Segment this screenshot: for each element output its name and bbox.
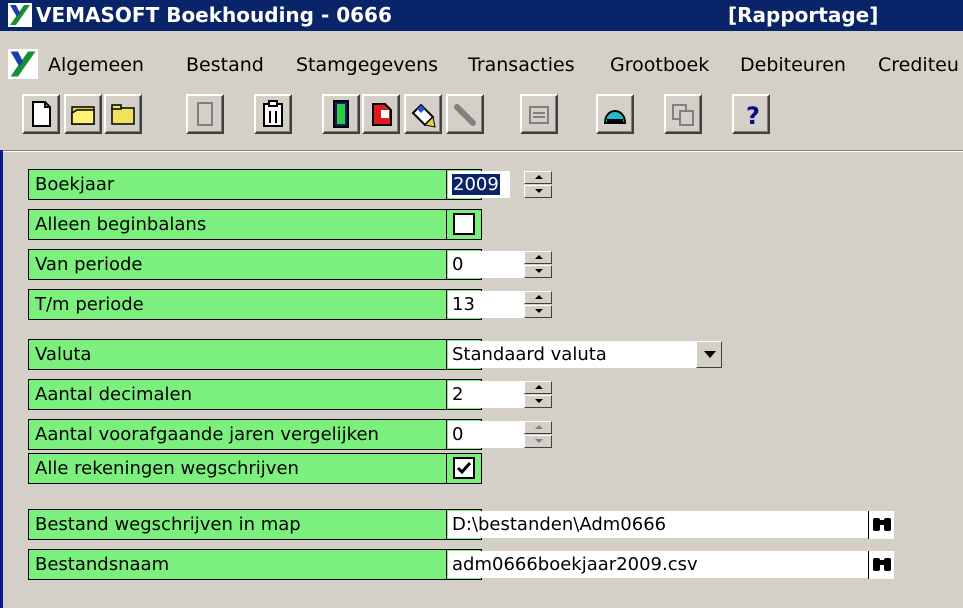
title-bar: VEMASOFT Boekhouding - 0666 [Rapportage] — [0, 0, 963, 31]
chevron-down-icon[interactable] — [696, 341, 722, 368]
calculator-icon — [333, 100, 349, 128]
spin-down-icon[interactable] — [524, 395, 552, 408]
row-van-periode: Van periode 0 — [28, 249, 552, 280]
user-icon — [603, 110, 627, 124]
copy-button[interactable] — [664, 94, 702, 134]
open-button[interactable] — [64, 94, 102, 134]
row-valuta: Valuta Standaard valuta — [28, 339, 722, 370]
application-window: VEMASOFT Boekhouding - 0666 [Rapportage]… — [0, 0, 963, 608]
boekjaar-value: 2009 — [452, 174, 500, 195]
row-map: Bestand wegschrijven in map D:\bestanden… — [28, 509, 894, 540]
bestandsnaam-input[interactable]: adm0666boekjaar2009.csv — [448, 551, 868, 578]
tm-periode-input[interactable]: 13 — [448, 291, 524, 318]
boekjaar-input[interactable]: 2009 — [448, 171, 510, 198]
menu-crediteuren[interactable]: Crediteu — [878, 54, 959, 76]
van-periode-input[interactable]: 0 — [448, 251, 524, 278]
report-button[interactable] — [520, 94, 558, 134]
browse-bestandsnaam-button[interactable] — [868, 551, 894, 579]
calculator-button[interactable] — [322, 94, 360, 134]
alleen-beginbalans-checkbox[interactable] — [453, 213, 475, 235]
toolbar: ? — [0, 88, 963, 150]
menu-stamgegevens[interactable]: Stamgegevens — [296, 54, 438, 76]
row-alle-rekeningen: Alle rekeningen wegschrijven — [28, 453, 482, 484]
checkmark-icon — [456, 462, 472, 475]
pen-edit-icon — [411, 103, 436, 128]
svg-text:?: ? — [746, 102, 760, 129]
window-left-edge — [0, 150, 3, 608]
map-input[interactable]: D:\bestanden\Adm0666 — [448, 511, 868, 538]
aantal-decimalen-input[interactable]: 2 — [448, 381, 524, 408]
van-periode-spinner[interactable] — [524, 251, 552, 278]
blank-page-icon — [197, 102, 213, 126]
row-tm-periode: T/m periode 13 — [28, 289, 552, 320]
red-file-button[interactable] — [362, 94, 400, 134]
spin-down-icon[interactable] — [524, 185, 552, 198]
menu-logo-icon[interactable] — [8, 49, 38, 79]
spin-down-icon[interactable] — [524, 265, 552, 278]
copy-icon — [672, 104, 694, 126]
menu-debiteuren[interactable]: Debiteuren — [740, 54, 846, 76]
row-aantal-jaren: Aantal voorafgaande jaren vergelijken 0 — [28, 419, 552, 450]
browse-map-button[interactable] — [868, 511, 894, 539]
valuta-label: Valuta — [29, 340, 447, 369]
clipboard-button[interactable] — [254, 94, 292, 134]
tm-periode-spinner[interactable] — [524, 291, 552, 318]
alle-rekeningen-label: Alle rekeningen wegschrijven — [29, 454, 447, 483]
row-boekjaar: Boekjaar 2009 — [28, 169, 552, 200]
row-aantal-decimalen: Aantal decimalen 2 — [28, 379, 552, 410]
menu-bar: Algemeen Bestand Stamgegevens Transactie… — [0, 48, 963, 88]
spin-up-icon[interactable] — [524, 381, 552, 394]
vemasoft-logo-icon — [8, 3, 32, 27]
aantal-decimalen-spinner[interactable] — [524, 381, 552, 408]
red-file-icon — [372, 103, 392, 126]
new-button[interactable] — [22, 94, 60, 134]
report-icon — [529, 106, 549, 124]
menu-grootboek[interactable]: Grootboek — [610, 54, 709, 76]
row-bestandsnaam: Bestandsnaam adm0666boekjaar2009.csv — [28, 549, 894, 580]
clipboard-icon — [263, 100, 283, 127]
help-icon: ? — [746, 102, 760, 129]
edit-button[interactable] — [404, 94, 442, 134]
van-periode-label: Van periode — [29, 250, 447, 279]
bestandsnaam-label: Bestandsnaam — [29, 550, 447, 579]
spin-up-icon[interactable] — [524, 421, 552, 434]
spin-up-icon[interactable] — [524, 291, 552, 304]
spin-down-icon[interactable] — [524, 305, 552, 318]
aantal-jaren-spinner[interactable] — [524, 421, 552, 448]
tools-button[interactable] — [446, 94, 484, 134]
wrench-icon — [454, 104, 476, 126]
aantal-jaren-input[interactable]: 0 — [448, 421, 524, 448]
tm-periode-label: T/m periode — [29, 290, 447, 319]
boekjaar-label: Boekjaar — [29, 170, 447, 199]
binoculars-icon — [873, 558, 891, 571]
new-document-icon — [32, 101, 51, 127]
spin-up-icon[interactable] — [524, 171, 552, 184]
folder-icon — [111, 104, 135, 125]
toolbar-separator — [0, 150, 963, 152]
help-button[interactable]: ? — [732, 94, 770, 134]
window-mode: [Rapportage] — [728, 3, 879, 27]
aantal-jaren-label: Aantal voorafgaande jaren vergelijken — [29, 420, 447, 449]
menu-bestand[interactable]: Bestand — [186, 54, 264, 76]
folder-button[interactable] — [104, 94, 142, 134]
open-folder-icon — [71, 106, 95, 125]
valuta-select[interactable]: Standaard valuta — [448, 341, 696, 368]
alleen-beginbalans-label: Alleen beginbalans — [29, 210, 447, 239]
spin-down-icon[interactable] — [524, 435, 552, 448]
window-title: VEMASOFT Boekhouding - 0666 — [36, 3, 392, 27]
aantal-decimalen-label: Aantal decimalen — [29, 380, 447, 409]
blank-page-button[interactable] — [186, 94, 224, 134]
menu-transacties[interactable]: Transacties — [468, 54, 575, 76]
menu-algemeen[interactable]: Algemeen — [48, 54, 144, 76]
alle-rekeningen-checkbox[interactable] — [453, 457, 475, 479]
binoculars-icon — [873, 518, 891, 531]
map-label: Bestand wegschrijven in map — [29, 510, 447, 539]
row-alleen-beginbalans: Alleen beginbalans — [28, 209, 482, 240]
user-button[interactable] — [596, 94, 634, 134]
boekjaar-spinner[interactable] — [524, 171, 552, 198]
spin-up-icon[interactable] — [524, 251, 552, 264]
